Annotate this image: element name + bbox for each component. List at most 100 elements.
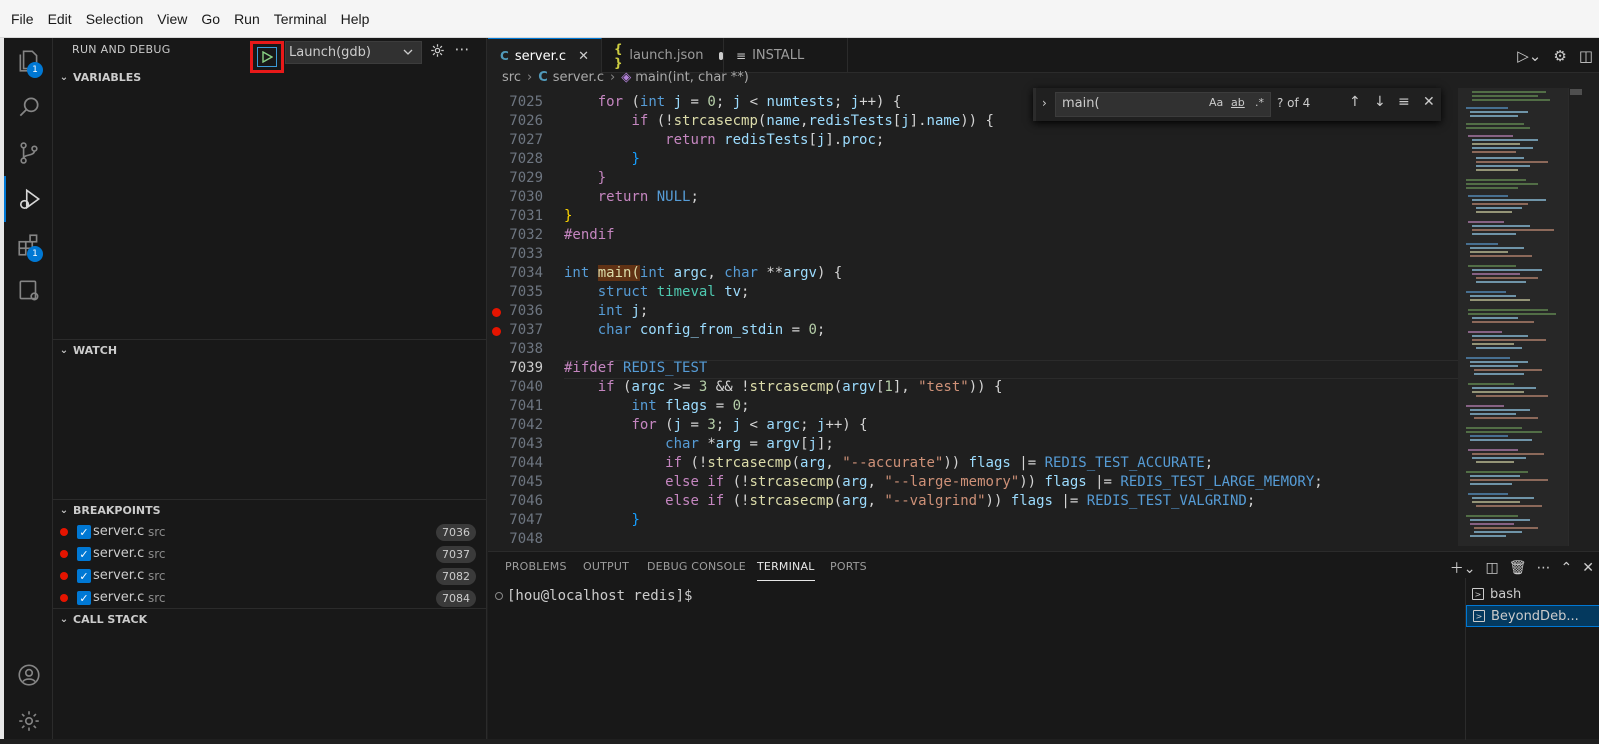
breakpoint-item[interactable]: ✓ server.c src 7082 <box>53 565 486 587</box>
tab-label: launch.json <box>629 48 704 63</box>
chevron-right-icon[interactable]: › <box>1042 96 1047 110</box>
menu-go[interactable]: Go <box>194 11 227 27</box>
open-launch-json-gear-icon[interactable] <box>428 41 446 59</box>
call-stack-section-title: CALL STACK <box>73 613 148 626</box>
menu-terminal[interactable]: Terminal <box>267 11 334 27</box>
maximize-panel-chevron-up-icon[interactable]: ⌃ <box>1561 560 1573 576</box>
code-line: return redisTests[j].proc; <box>665 132 885 148</box>
tab-ports[interactable]: PORTS <box>830 560 867 573</box>
menu-view[interactable]: View <box>150 11 194 27</box>
activity-search[interactable] <box>4 84 53 130</box>
breakpoint-dir: src <box>148 547 166 561</box>
split-editor-icon[interactable]: ◫ <box>1579 47 1593 65</box>
previous-match-arrow-up-icon[interactable]: ↑ <box>1349 94 1361 110</box>
gear-icon[interactable]: ⚙ <box>1553 47 1566 65</box>
menu-selection[interactable]: Selection <box>79 11 151 27</box>
whole-word-toggle[interactable]: ab <box>1231 96 1245 109</box>
breakpoint-item[interactable]: ✓ server.c src 7036 <box>53 521 486 543</box>
terminal-prompt: [hou@localhost redis]$ <box>507 588 693 604</box>
run-debug-dropdown-icon[interactable]: ▷⌄ <box>1517 47 1541 65</box>
account-icon <box>17 664 40 686</box>
new-terminal-plus-icon[interactable]: ＋⌄ <box>1450 558 1476 578</box>
code-line: if (argc >= 3 && !strcasecmp(argv[1], "t… <box>597 379 1003 395</box>
bottom-panel: PROBLEMS OUTPUT DEBUG CONSOLE TERMINAL P… <box>488 551 1599 740</box>
find-widget: › main( Aa ab .* ? of 4 ↑ ↓ ≡ ✕ <box>1033 88 1441 121</box>
line-number: 7037 <box>509 322 543 338</box>
variables-section-header[interactable]: ⌄ VARIABLES <box>53 66 486 88</box>
activity-run-debug[interactable] <box>4 176 53 222</box>
breadcrumb-folder[interactable]: src <box>502 70 521 85</box>
breadcrumb-symbol[interactable]: main(int, char **) <box>635 70 749 85</box>
method-icon: ◈ <box>621 69 632 85</box>
line-number: 7044 <box>509 455 543 471</box>
find-in-selection-icon[interactable]: ≡ <box>1398 94 1410 110</box>
close-icon[interactable]: ✕ <box>1582 560 1594 576</box>
remote-explorer-icon <box>19 280 38 301</box>
line-number: 7041 <box>509 398 543 414</box>
menu-edit[interactable]: Edit <box>41 11 79 27</box>
breakpoint-dot-icon <box>60 572 68 580</box>
next-match-arrow-down-icon[interactable]: ↓ <box>1374 94 1386 110</box>
launch-config-select[interactable]: Launch(gdb) <box>285 41 422 64</box>
minimap[interactable] <box>1458 88 1568 546</box>
line-number: 7026 <box>509 113 543 129</box>
split-terminal-icon[interactable]: ◫ <box>1486 560 1499 576</box>
command-decoration-icon <box>495 592 503 600</box>
line-number: 7040 <box>509 379 543 395</box>
code-line: struct timeval tv; <box>597 284 750 300</box>
breakpoint-checkbox[interactable]: ✓ <box>77 591 91 605</box>
run-debug-sidebar: RUN AND DEBUG Launch(gdb) ⋯ ⌄ VARIABLES … <box>53 38 487 739</box>
code-line: else if (!strcasecmp(arg, "--valgrind"))… <box>665 493 1256 509</box>
scrollbar-thumb[interactable] <box>1570 89 1582 95</box>
breakpoint-checkbox[interactable]: ✓ <box>77 525 91 539</box>
menu-file[interactable]: File <box>4 11 41 27</box>
find-match-count: ? of 4 <box>1277 96 1311 110</box>
breakpoint-checkbox[interactable]: ✓ <box>77 569 91 583</box>
chevron-down-icon: ⌄ <box>59 345 69 356</box>
menu-run[interactable]: Run <box>227 11 267 27</box>
line-number: 7038 <box>509 341 543 357</box>
code-editor[interactable]: 7025 for (int j = 0; j < numtests; j++) … <box>488 88 1458 546</box>
tab-terminal[interactable]: TERMINAL <box>757 560 815 581</box>
activity-accounts[interactable] <box>4 652 53 698</box>
match-case-toggle[interactable]: Aa <box>1209 96 1223 109</box>
tab-problems[interactable]: PROBLEMS <box>505 560 567 573</box>
tab-debug-console[interactable]: DEBUG CONSOLE <box>647 560 746 573</box>
run-debug-icon <box>19 188 40 210</box>
breakpoint-item[interactable]: ✓ server.c src 7037 <box>53 543 486 565</box>
close-icon[interactable]: ✕ <box>578 49 589 64</box>
close-icon[interactable]: ✕ <box>1423 94 1435 110</box>
activity-explorer[interactable]: 1 <box>4 38 53 84</box>
code-line: } <box>631 512 640 528</box>
menu-help[interactable]: Help <box>334 11 377 27</box>
line-number: 7042 <box>509 417 543 433</box>
activity-extensions[interactable]: 1 <box>4 222 53 268</box>
breakpoints-section-header[interactable]: ⌄ BREAKPOINTS <box>53 499 486 521</box>
kill-terminal-trash-icon[interactable]: 🗑 <box>1509 560 1527 576</box>
unsaved-dot-icon[interactable] <box>719 51 723 60</box>
activity-manage[interactable] <box>4 698 53 744</box>
terminal-icon: > <box>1472 588 1484 600</box>
tab-output[interactable]: OUTPUT <box>583 560 629 573</box>
activity-remote-explorer[interactable] <box>4 268 53 314</box>
terminal-prompt-line[interactable]: [hou@localhost redis]$ <box>495 588 692 604</box>
activity-source-control[interactable] <box>4 130 53 176</box>
terminal-item-bash[interactable]: > bash <box>1466 583 1599 605</box>
watch-section-header[interactable]: ⌄ WATCH <box>53 339 486 361</box>
editor-scrollbar[interactable] <box>1568 88 1582 546</box>
more-actions-icon[interactable]: ⋯ <box>1537 560 1551 576</box>
terminal-item-beyond-debug[interactable]: > BeyondDeb... <box>1466 605 1599 627</box>
breakpoint-file: server.c <box>93 524 145 539</box>
breadcrumb-file[interactable]: server.c <box>553 70 604 85</box>
breakpoint-dot-icon <box>60 528 68 536</box>
breakpoint-line-badge: 7084 <box>436 590 476 607</box>
line-number: 7033 <box>509 246 543 262</box>
breakpoint-item[interactable]: ✓ server.c src 7084 <box>53 587 486 609</box>
breakpoint-checkbox[interactable]: ✓ <box>77 547 91 561</box>
more-actions-icon[interactable]: ⋯ <box>453 40 471 58</box>
regex-toggle[interactable]: .* <box>1255 96 1264 109</box>
line-number: 7039 <box>509 360 543 376</box>
call-stack-section-header[interactable]: ⌄ CALL STACK <box>53 608 486 630</box>
line-number: 7034 <box>509 265 543 281</box>
panel-actions: ＋⌄ ◫ 🗑 ⋯ ⌃ ✕ <box>1445 557 1599 579</box>
